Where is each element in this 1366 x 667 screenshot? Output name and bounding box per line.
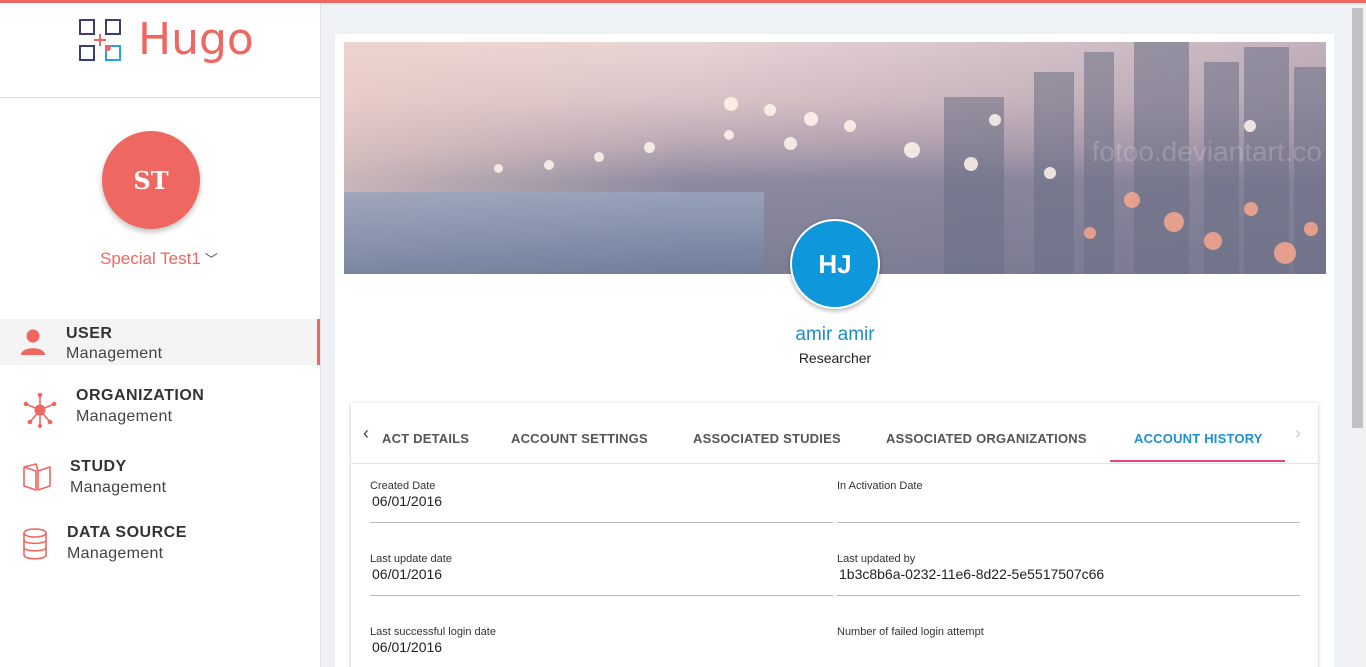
field-value: 1b3c8b6a-0232-11e6-8d22-5e5517507c66 (839, 566, 1105, 582)
user-icon (21, 329, 45, 355)
sidebar-item-study-management[interactable]: STUDY Management (0, 452, 320, 498)
chevron-left-icon[interactable]: ‹ (363, 423, 369, 444)
tab-account-history[interactable]: ACCOUNT HISTORY (1134, 431, 1263, 446)
sidebar-item-title: USER (66, 325, 113, 342)
last-login-date-field: Last successful login date 06/01/2016 (370, 626, 833, 656)
field-label: Created Date (370, 480, 436, 492)
field-label: Last updated by (837, 553, 916, 565)
field-label: Number of failed login attempt (837, 626, 984, 638)
profile-name: amir amir (795, 324, 875, 345)
logo[interactable]: Hugo (0, 0, 320, 98)
sidebar-item-data-source-management[interactable]: DATA SOURCE Management (0, 518, 320, 564)
sidebar-item-organization-management[interactable]: ORGANIZATION Management (0, 381, 320, 428)
current-user-menu[interactable]: Special Test1 ﹀ (100, 249, 218, 269)
sidebar-item-subtitle: Management (66, 345, 163, 362)
field-value: 06/01/2016 (372, 566, 443, 582)
field-value: 06/01/2016 (372, 639, 443, 655)
chevron-right-icon[interactable]: › (1295, 423, 1301, 444)
tab-associated-studies[interactable]: ASSOCIATED STUDIES (693, 431, 841, 446)
field-value: 06/01/2016 (372, 493, 443, 509)
in-activation-date-field: In Activation Date (837, 480, 1300, 523)
sidebar-item-title: STUDY (70, 458, 127, 475)
account-tabs-panel: ‹ ACT DETAILS ACCOUNT SETTINGS ASSOCIATE… (351, 403, 1318, 667)
profile-role: Researcher (798, 350, 872, 366)
tab-associated-organizations[interactable]: ASSOCIATED ORGANIZATIONS (886, 431, 1087, 446)
last-updated-by-field: Last updated by 1b3c8b6a-0232-11e6-8d22-… (837, 553, 1300, 596)
sidebar-item-title: ORGANIZATION (76, 387, 205, 404)
page-scrollbar[interactable] (1349, 0, 1366, 667)
sidebar: Hugo ST Special Test1﹀ USER Management (0, 0, 321, 667)
tab-contact-details[interactable]: ACT DETAILS (382, 431, 469, 446)
database-icon (23, 528, 47, 560)
created-date-field: Created Date 06/01/2016 (370, 480, 833, 523)
active-tab-indicator (1110, 460, 1285, 462)
scrollbar-thumb[interactable] (1352, 8, 1363, 428)
chevron-down-icon: ﹀ (204, 252, 218, 267)
failed-login-attempts-field: Number of failed login attempt (837, 626, 1300, 656)
sidebar-item-subtitle: Management (76, 408, 173, 425)
hugo-logo-icon (79, 19, 121, 61)
field-value (837, 639, 1300, 656)
field-label: In Activation Date (837, 480, 923, 492)
sidebar-item-user-management[interactable]: USER Management (0, 319, 320, 365)
tab-account-settings[interactable]: ACCOUNT SETTINGS (511, 431, 648, 446)
profile-avatar: HJ (790, 219, 880, 309)
network-icon (23, 392, 57, 428)
field-value (837, 493, 1300, 510)
last-update-date-field: Last update date 06/01/2016 (370, 553, 833, 596)
current-user-name: Special Test1 (100, 249, 201, 268)
top-accent-bar (0, 0, 1366, 3)
banner-watermark: fotoo.deviantart.co (1091, 136, 1322, 167)
app-name: Hugo (138, 14, 254, 65)
sidebar-item-subtitle: Management (70, 479, 167, 496)
book-icon (23, 463, 51, 491)
current-user-avatar[interactable]: ST (102, 131, 200, 229)
field-label: Last update date (370, 553, 452, 565)
field-label: Last successful login date (370, 626, 496, 638)
tab-bar: ‹ ACT DETAILS ACCOUNT SETTINGS ASSOCIATE… (351, 403, 1318, 464)
sidebar-item-title: DATA SOURCE (67, 524, 187, 541)
sidebar-item-subtitle: Management (67, 545, 164, 562)
